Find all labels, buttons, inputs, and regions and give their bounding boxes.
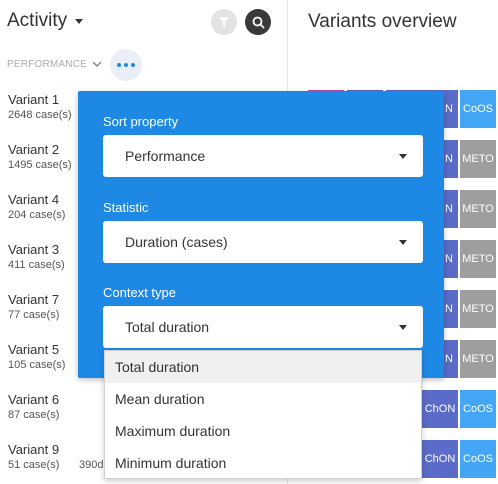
search-button[interactable] [245,9,271,35]
sort-label: PERFORMANCE [7,59,87,70]
chip-label: N [445,303,453,315]
more-dot-icon [131,63,135,67]
chip-label: N [445,253,453,265]
chip-label: ChON [424,453,456,465]
activity-chip[interactable]: CoOS [460,440,496,478]
chip-label: ChON [424,403,456,415]
more-dot-icon [124,63,128,67]
chip-label: N [445,153,453,165]
activity-chip[interactable]: METO [460,340,496,378]
select-value: Duration (cases) [125,234,228,250]
option-mean-duration[interactable]: Mean duration [105,383,421,415]
chip-label: N [445,103,453,115]
chip-label: CoOS [463,103,493,115]
dropdown-arrow-icon [399,154,407,159]
more-dot-icon [117,63,121,67]
chip-label: METO [462,203,494,215]
activity-chip[interactable]: ChON [422,440,458,478]
option-minimum-duration[interactable]: Minimum duration [105,447,421,479]
select-value: Total duration [125,319,210,335]
dropdown-arrow-icon [399,240,407,245]
chevron-down-icon[interactable] [75,18,84,24]
variant-duration: 390d [79,459,104,471]
chip-label: METO [462,303,494,315]
option-total-duration[interactable]: Total duration [105,351,421,383]
activity-chip[interactable]: CoOS [460,90,496,128]
filter-button[interactable] [211,9,237,35]
context-type-select[interactable]: Total duration [103,306,423,348]
activity-chip[interactable]: METO [460,140,496,178]
chevron-down-icon [92,61,102,68]
chip-label: CoOS [463,453,493,465]
activity-chip[interactable]: CoOS [460,390,496,428]
activity-chip[interactable]: METO [460,190,496,228]
sort-selector[interactable]: PERFORMANCE [7,59,102,70]
statistic-label: Statistic [103,200,149,215]
activity-chip[interactable]: METO [460,290,496,328]
activity-chip[interactable]: ChON [422,390,458,428]
sort-options-popup: Sort property Performance Statistic Dura… [78,91,444,378]
select-value: Performance [125,148,206,164]
chip-label: CoOS [463,403,493,415]
more-options-button[interactable] [110,49,142,81]
page-title: Variants overview [308,11,457,32]
filter-icon [219,17,229,27]
context-type-label: Context type [103,285,176,300]
sort-property-select[interactable]: Performance [103,135,423,177]
context-type-options: Total duration Mean duration Maximum dur… [104,350,422,479]
statistic-select[interactable]: Duration (cases) [103,221,423,263]
chip-label: METO [462,253,494,265]
chip-label: N [445,203,453,215]
dropdown-arrow-icon [399,325,407,330]
sort-property-label: Sort property [103,114,179,129]
chip-label: METO [462,353,494,365]
search-icon [252,16,265,29]
chip-label: METO [462,153,494,165]
activity-chip[interactable]: METO [460,240,496,278]
activity-header[interactable]: Activity [7,10,84,32]
activity-title: Activity [7,10,68,31]
option-maximum-duration[interactable]: Maximum duration [105,415,421,447]
chip-label: N [445,353,453,365]
